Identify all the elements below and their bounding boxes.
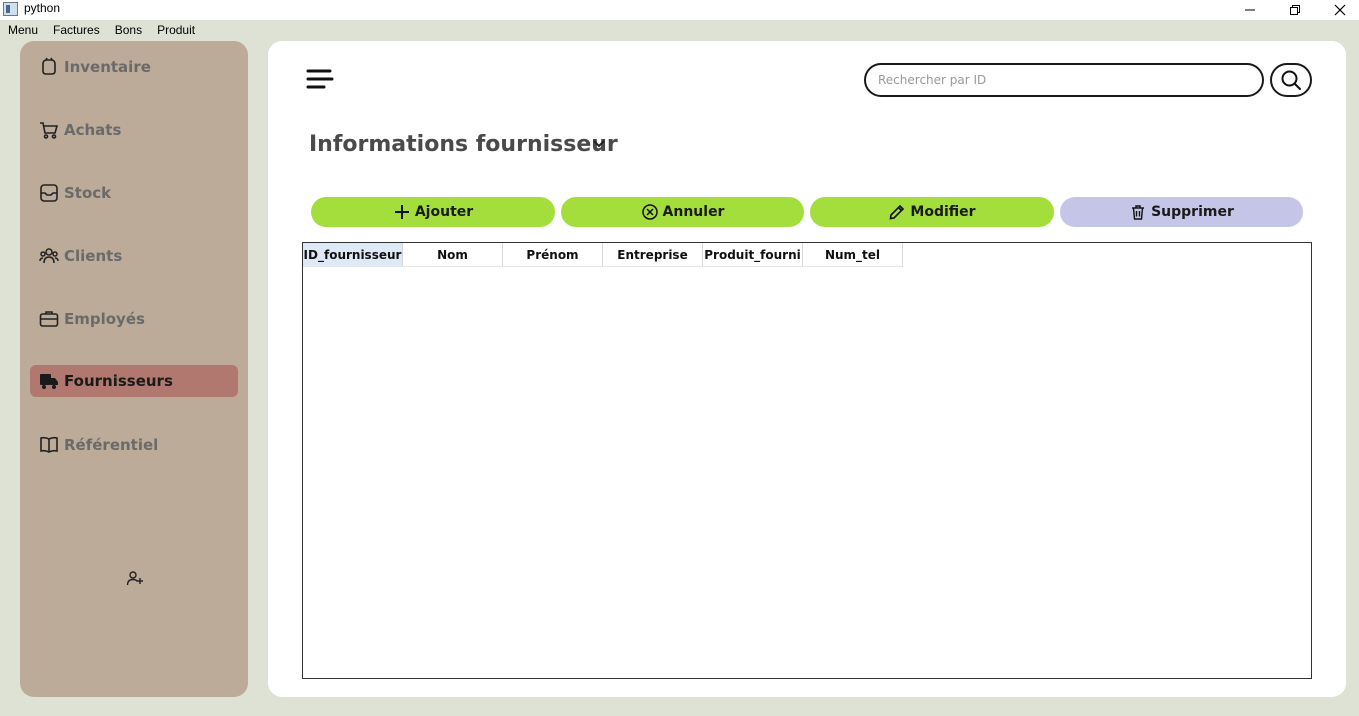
page-title: Informations fournisseur	[309, 132, 618, 157]
plus-icon	[393, 203, 411, 221]
column-header-nom[interactable]: Nom	[403, 243, 503, 267]
menu-toggle-button[interactable]	[306, 67, 336, 93]
menu-item-menu[interactable]: Menu	[8, 20, 38, 41]
delete-button[interactable]: Supprimer	[1060, 197, 1303, 227]
book-icon	[38, 434, 60, 456]
sidebar-item-achats[interactable]: Achats	[30, 114, 238, 146]
column-header-num-tel[interactable]: Num_tel	[803, 243, 903, 267]
sidebar-item-clients[interactable]: Clients	[30, 240, 238, 272]
sidebar-item-employes[interactable]: Employés	[30, 303, 238, 335]
search-input[interactable]	[864, 63, 1264, 97]
add-user-icon	[126, 571, 143, 586]
suppliers-table[interactable]: ID_fournisseur Nom Prénom Entreprise Pro…	[302, 242, 1312, 679]
sidebar-item-label: Inventaire	[64, 58, 151, 76]
column-header-id-fournisseur[interactable]: ID_fournisseur	[303, 243, 403, 267]
title-bar: python	[0, 0, 1359, 20]
menu-bar: Menu Factures Bons Produit	[0, 20, 1359, 41]
minimize-button[interactable]	[1230, 0, 1270, 20]
briefcase-icon	[38, 308, 60, 330]
window-title: python	[24, 1, 61, 15]
app-window-icon	[3, 2, 18, 16]
close-button[interactable]	[1320, 0, 1359, 20]
title-dropdown-button[interactable]	[590, 135, 608, 153]
close-icon	[1334, 4, 1346, 16]
table-header: ID_fournisseur Nom Prénom Entreprise Pro…	[303, 243, 903, 267]
column-header-produit-fourni[interactable]: Produit_fourni	[703, 243, 803, 267]
restore-icon	[1290, 5, 1300, 15]
column-header-prenom[interactable]: Prénom	[503, 243, 603, 267]
sidebar-item-label: Fournisseurs	[64, 372, 173, 390]
cancel-button[interactable]: Annuler	[561, 197, 804, 227]
trash-icon	[1129, 203, 1147, 221]
search-icon	[1281, 70, 1301, 90]
column-header-entreprise[interactable]: Entreprise	[603, 243, 703, 267]
menu-item-bons[interactable]: Bons	[115, 20, 142, 41]
add-button[interactable]: Ajouter	[311, 197, 555, 227]
sidebar-item-label: Stock	[64, 184, 112, 202]
sidebar-item-referentiel[interactable]: Référentiel	[30, 429, 238, 461]
stock-box-icon	[38, 182, 60, 204]
main-panel: Informations fournisseur Ajouter Annuler…	[268, 41, 1346, 697]
cancel-circle-icon	[641, 203, 659, 221]
truck-icon	[38, 370, 60, 392]
chevron-down-icon	[593, 140, 605, 148]
sidebar: Inventaire Achats Stock Clients Employés…	[20, 41, 248, 697]
cart-icon	[38, 119, 60, 141]
restore-button[interactable]	[1275, 0, 1315, 20]
add-button-label: Ajouter	[414, 204, 474, 220]
sidebar-item-fournisseurs[interactable]: Fournisseurs	[30, 365, 238, 397]
menu-item-produit[interactable]: Produit	[157, 20, 195, 41]
sidebar-item-inventaire[interactable]: Inventaire	[30, 51, 238, 83]
clients-icon	[38, 245, 60, 267]
sidebar-item-label: Clients	[64, 247, 123, 265]
edit-button[interactable]: Modifier	[810, 197, 1054, 227]
sidebar-item-stock[interactable]: Stock	[30, 177, 238, 209]
cancel-button-label: Annuler	[662, 204, 725, 220]
pencil-icon	[888, 203, 906, 221]
edit-button-label: Modifier	[910, 204, 976, 220]
search-button[interactable]	[1270, 63, 1312, 97]
delete-button-label: Supprimer	[1151, 204, 1234, 220]
menu-item-factures[interactable]: Factures	[53, 20, 100, 41]
add-user-button[interactable]	[123, 567, 147, 589]
sidebar-item-label: Achats	[64, 121, 122, 139]
minimize-icon	[1245, 9, 1255, 11]
inventory-icon	[38, 56, 60, 78]
sidebar-item-label: Employés	[64, 310, 145, 328]
hamburger-icon	[306, 69, 334, 89]
sidebar-item-label: Référentiel	[64, 436, 159, 454]
